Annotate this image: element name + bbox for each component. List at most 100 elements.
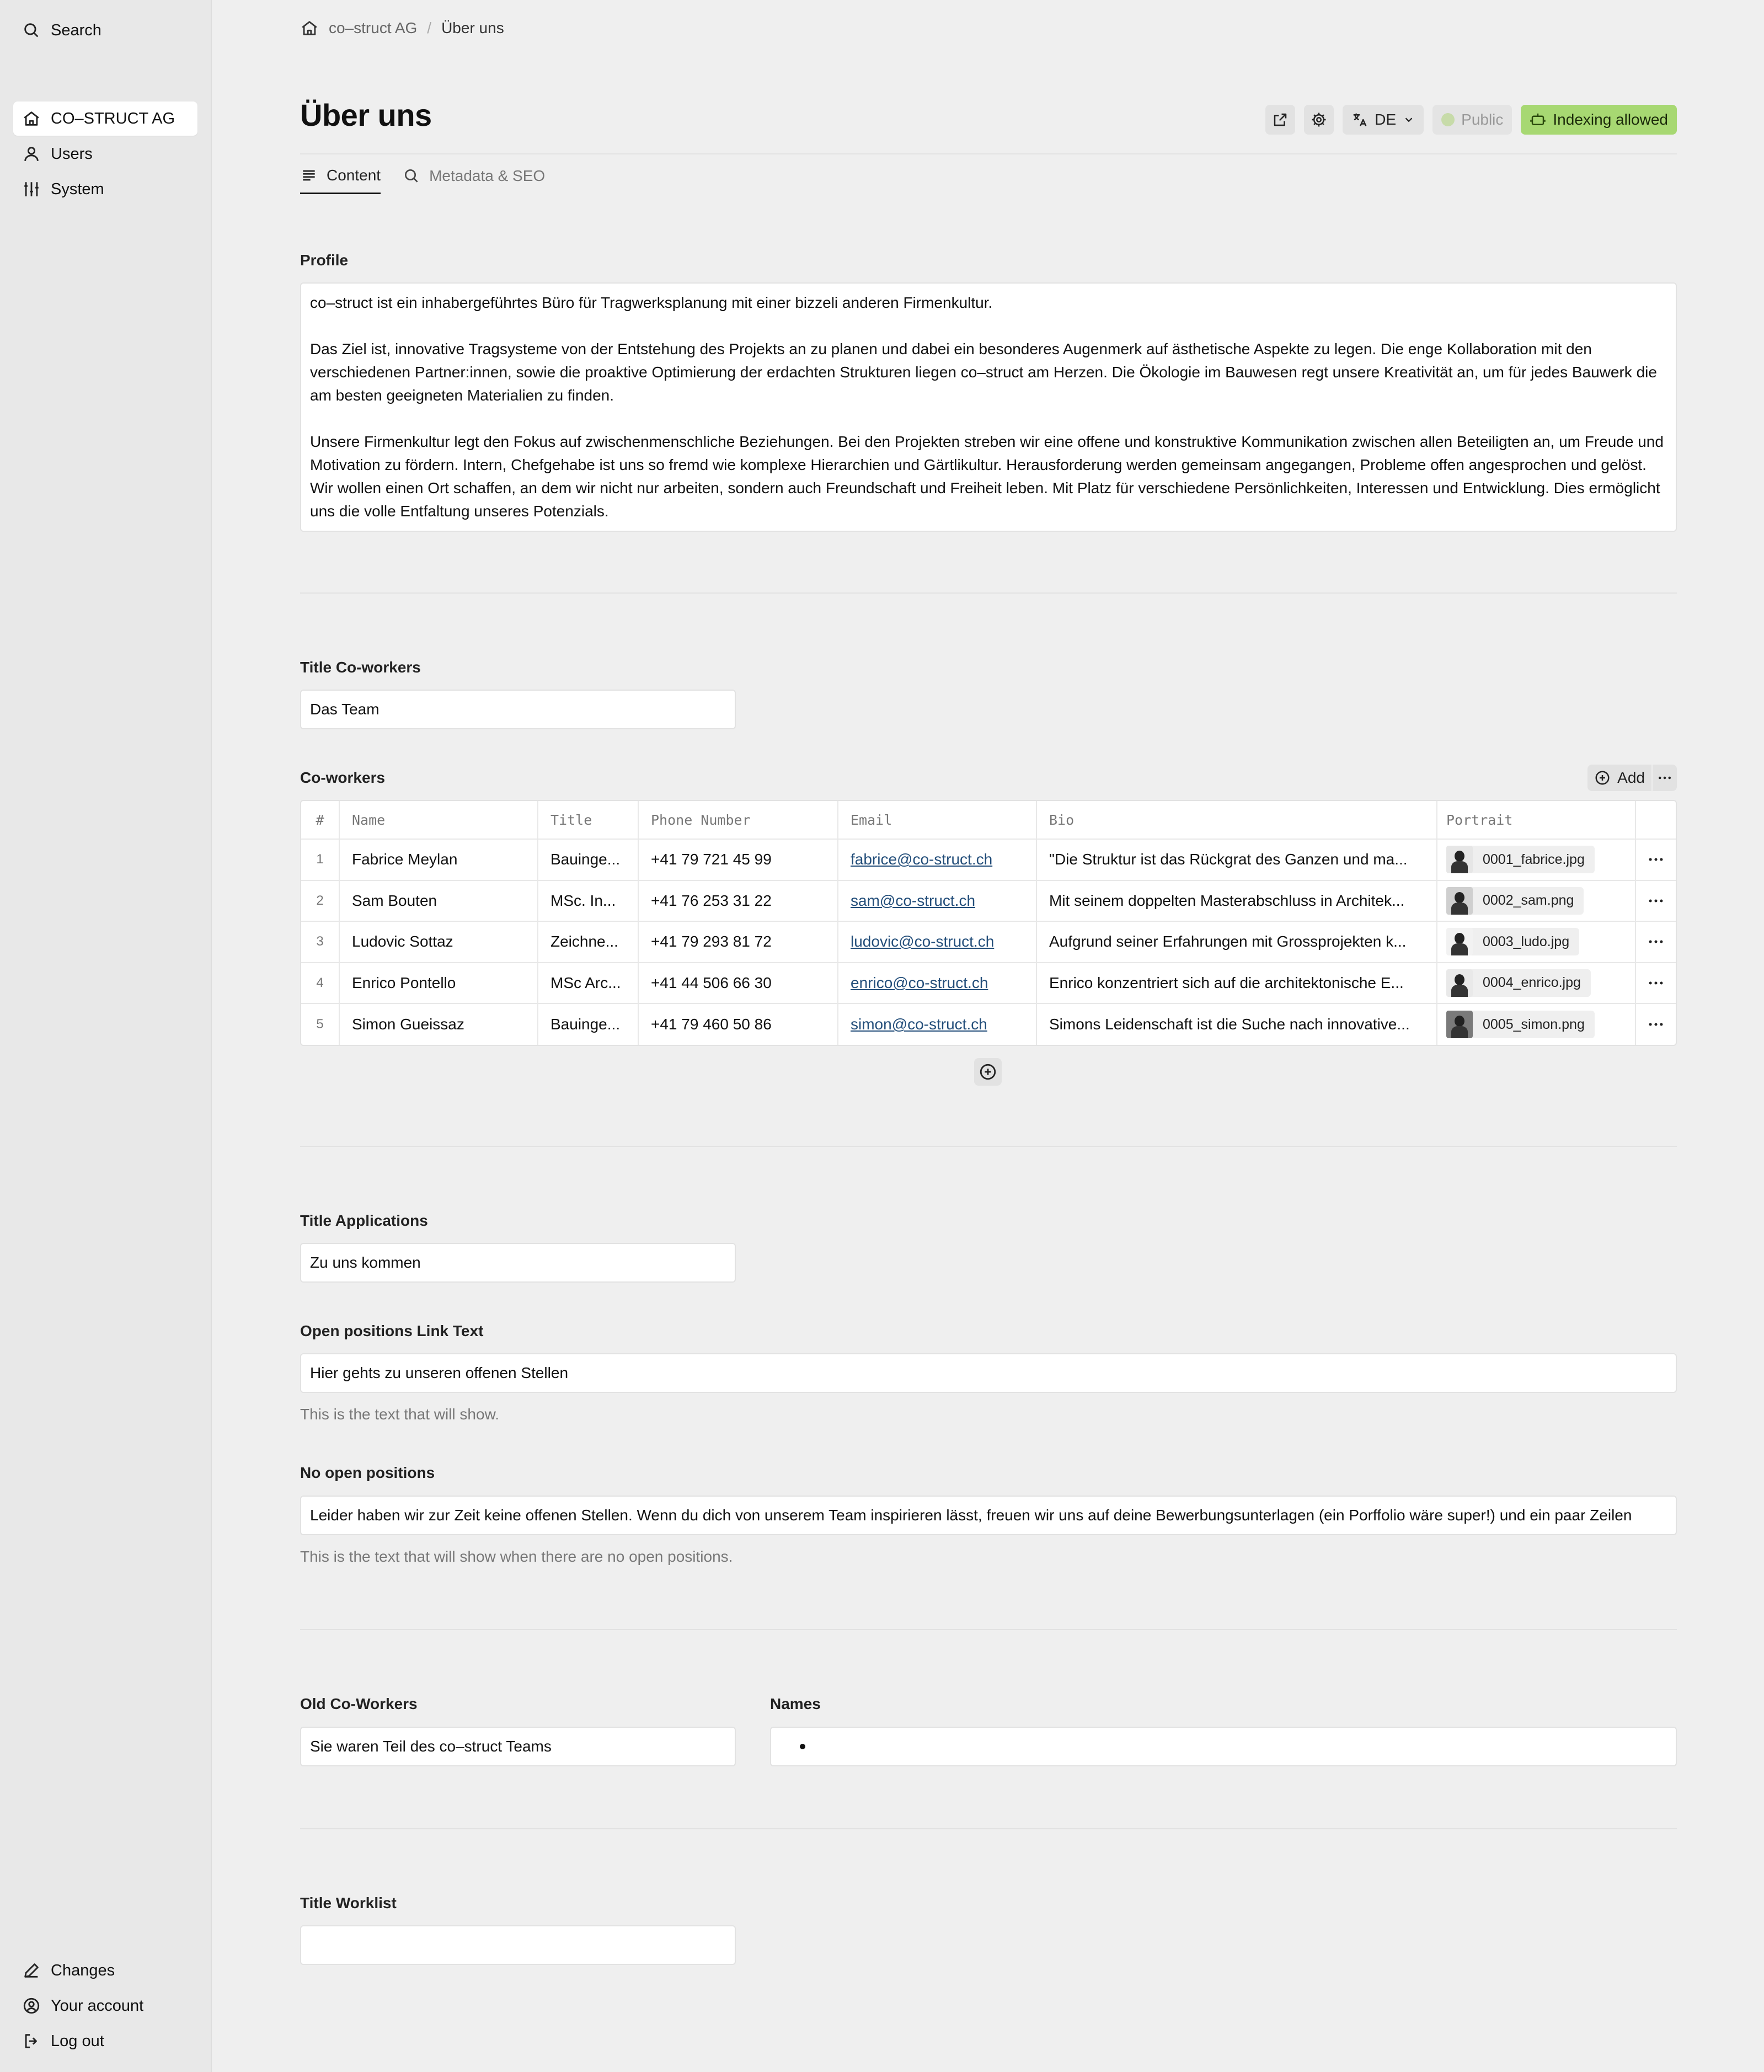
open-positions-link-label: Open positions Link Text (300, 1322, 484, 1339)
breadcrumb-current: Über uns (441, 19, 504, 36)
open-positions-link-input[interactable]: Hier gehts zu unseren offenen Stellen (300, 1353, 1677, 1393)
no-open-positions-input[interactable]: Leider haben wir zur Zeit keine offenen … (300, 1496, 1677, 1535)
cell-phone[interactable]: +41 79 293 81 72 (639, 922, 838, 962)
email-link[interactable]: ludovic@co-struct.ch (851, 933, 994, 950)
row-index: 5 (301, 1004, 340, 1045)
row-actions-button[interactable] (1636, 963, 1676, 1003)
cell-title[interactable]: Zeichne... (538, 922, 639, 962)
language-dropdown[interactable]: DE (1343, 105, 1424, 135)
cell-bio[interactable]: Simons Leidenschaft ist die Suche nach i… (1037, 1004, 1437, 1045)
profile-textarea[interactable]: co–struct ist ein inhabergeführtes Büro … (300, 282, 1677, 532)
add-label: Add (1617, 769, 1645, 786)
title-worklist-input[interactable] (300, 1925, 736, 1965)
sidebar-item-changes[interactable]: Changes (13, 1953, 197, 1988)
title-applications-input[interactable]: Zu uns kommen (300, 1243, 736, 1283)
sidebar-search[interactable]: Search (13, 13, 197, 47)
cell-portrait[interactable]: 0004_enrico.jpg (1437, 963, 1636, 1003)
cell-bio[interactable]: "Die Struktur ist das Rückgrat des Ganze… (1037, 840, 1437, 880)
cell-phone[interactable]: +41 76 253 31 22 (639, 880, 838, 921)
email-link[interactable]: simon@co-struct.ch (851, 1016, 987, 1033)
cell-email[interactable]: sam@co-struct.ch (838, 880, 1037, 921)
portrait-filename: 0001_fabrice.jpg (1483, 851, 1585, 867)
portrait-chip[interactable]: 0003_ludo.jpg (1446, 928, 1580, 956)
portrait-thumbnail (1446, 887, 1473, 915)
sidebar-item-account[interactable]: Your account (13, 1989, 197, 2023)
profile-label: Profile (300, 252, 349, 269)
portrait-chip[interactable]: 0002_sam.png (1446, 887, 1584, 915)
section-divider (300, 1146, 1677, 1147)
search-icon (24, 23, 39, 38)
cell-bio[interactable]: Aufgrund seiner Erfahrungen mit Grosspro… (1037, 922, 1437, 962)
indexing-label: Indexing allowed (1553, 111, 1668, 128)
table-row[interactable]: 5 Simon Gueissaz Bauinge... +41 79 460 50 8… (301, 1004, 1676, 1045)
cell-title[interactable]: Bauinge... (538, 1004, 639, 1045)
cell-title[interactable]: Bauinge... (538, 840, 639, 880)
search-icon (405, 169, 418, 183)
email-link[interactable]: fabrice@co-struct.ch (851, 851, 992, 868)
sidebar-item-logout[interactable]: Log out (13, 2024, 197, 2058)
cell-phone[interactable]: +41 79 721 45 99 (639, 840, 838, 880)
open-preview-button[interactable] (1265, 105, 1296, 135)
cell-name[interactable]: Sam Bouten (340, 880, 538, 921)
names-list-input[interactable] (770, 1727, 1677, 1766)
cell-bio[interactable]: Mit seinem doppelten Masterabschluss in … (1037, 880, 1437, 921)
email-link[interactable]: sam@co-struct.ch (851, 892, 975, 910)
no-open-positions-help: This is the text that will show when the… (300, 1548, 733, 1565)
add-coworker-button[interactable]: Add (1587, 765, 1651, 791)
table-row[interactable]: 3 Ludovic Sottaz Zeichne... +41 79 293 81 7… (301, 922, 1676, 963)
tab-content[interactable]: Content (300, 163, 381, 194)
cell-portrait[interactable]: 0005_simon.png (1437, 1004, 1636, 1045)
breadcrumb: co–struct AG / Über uns (300, 19, 504, 38)
tab-metadata-seo[interactable]: Metadata & SEO (403, 163, 545, 194)
cell-email[interactable]: ludovic@co-struct.ch (838, 922, 1037, 962)
title-coworkers-input[interactable]: Das Team (300, 690, 736, 729)
row-actions-button[interactable] (1636, 922, 1676, 962)
table-row[interactable]: 1 Fabrice Meylan Bauinge... +41 79 721 45 9… (301, 840, 1676, 881)
cell-email[interactable]: simon@co-struct.ch (838, 1004, 1037, 1045)
cell-phone[interactable]: +41 44 506 66 30 (639, 963, 838, 1003)
phone-text: +41 79 293 81 72 (651, 933, 772, 950)
bio-text: "Die Struktur ist das Rückgrat des Ganze… (1049, 851, 1408, 868)
cell-phone[interactable]: +41 79 460 50 86 (639, 1004, 838, 1045)
old-coworkers-label: Old Co-Workers (300, 1695, 418, 1712)
cell-name[interactable]: Enrico Pontello (340, 963, 538, 1003)
coworkers-more-button[interactable] (1653, 765, 1677, 791)
settings-button[interactable] (1304, 105, 1334, 135)
sidebar-item-costruct[interactable]: CO–STRUCT AG (13, 102, 197, 136)
plus-circle-icon (1595, 771, 1610, 785)
portrait-chip[interactable]: 0005_simon.png (1446, 1011, 1595, 1039)
column-header: # (301, 801, 340, 839)
cell-title[interactable]: MSc. In... (538, 880, 639, 921)
cell-email[interactable]: fabrice@co-struct.ch (838, 840, 1037, 880)
profile-paragraph: Das Ziel ist, innovative Tragsysteme von… (310, 340, 1657, 404)
cell-name[interactable]: Simon Gueissaz (340, 1004, 538, 1045)
email-link[interactable]: enrico@co-struct.ch (851, 974, 988, 992)
row-actions-button[interactable] (1636, 840, 1676, 880)
old-coworkers-input[interactable]: Sie waren Teil des co–struct Teams (300, 1727, 736, 1766)
add-row-button[interactable] (974, 1058, 1002, 1086)
coworkers-actions: Add (1587, 765, 1677, 791)
table-row[interactable]: 4 Enrico Pontello MSc Arc... +41 44 506 66 … (301, 963, 1676, 1004)
status-public-button[interactable]: Public (1432, 105, 1512, 135)
breadcrumb-root[interactable]: co–struct AG (329, 19, 417, 37)
row-index: 4 (301, 963, 340, 1003)
cell-name[interactable]: Ludovic Sottaz (340, 922, 538, 962)
table-row[interactable]: 2 Sam Bouten MSc. In... +41 76 253 31 22 sam… (301, 880, 1676, 922)
portrait-chip[interactable]: 0001_fabrice.jpg (1446, 846, 1595, 874)
sidebar-item-system[interactable]: System (13, 172, 197, 206)
home-icon[interactable] (300, 19, 319, 38)
sidebar-search-label: Search (51, 21, 101, 39)
cell-portrait[interactable]: 0003_ludo.jpg (1437, 922, 1636, 962)
table-body: 1 Fabrice Meylan Bauinge... +41 79 721 45 9… (301, 840, 1676, 1045)
cell-title[interactable]: MSc Arc... (538, 963, 639, 1003)
indexing-button[interactable]: Indexing allowed (1521, 105, 1677, 135)
cell-portrait[interactable]: 0002_sam.png (1437, 880, 1636, 921)
cell-bio[interactable]: Enrico konzentriert sich auf die archite… (1037, 963, 1437, 1003)
row-actions-button[interactable] (1636, 1004, 1676, 1045)
portrait-chip[interactable]: 0004_enrico.jpg (1446, 969, 1591, 997)
cell-name[interactable]: Fabrice Meylan (340, 840, 538, 880)
sidebar-item-users[interactable]: Users (13, 137, 197, 171)
cell-email[interactable]: enrico@co-struct.ch (838, 963, 1037, 1003)
row-actions-button[interactable] (1636, 881, 1676, 921)
cell-portrait[interactable]: 0001_fabrice.jpg (1437, 840, 1636, 880)
